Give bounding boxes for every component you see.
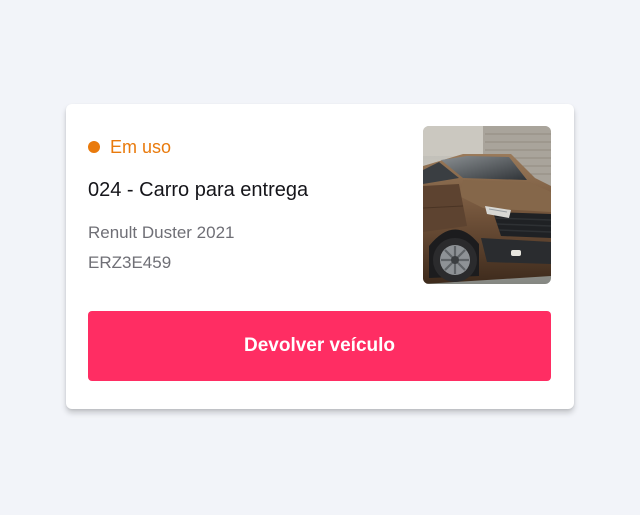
status-indicator: Em uso bbox=[88, 137, 171, 157]
status-dot-icon bbox=[88, 141, 100, 153]
vehicle-card: Em uso 024 - Carro para entrega Renult D… bbox=[66, 104, 574, 409]
status-label: Em uso bbox=[110, 137, 172, 157]
vehicle-photo bbox=[423, 126, 551, 284]
return-vehicle-button[interactable]: Devolver veículo bbox=[88, 311, 551, 381]
vehicle-plate: ERZ3E459 bbox=[88, 253, 172, 272]
vehicle-title: 024 - Carro para entrega bbox=[88, 179, 309, 201]
vehicle-model: Renult Duster 2021 bbox=[88, 223, 235, 242]
